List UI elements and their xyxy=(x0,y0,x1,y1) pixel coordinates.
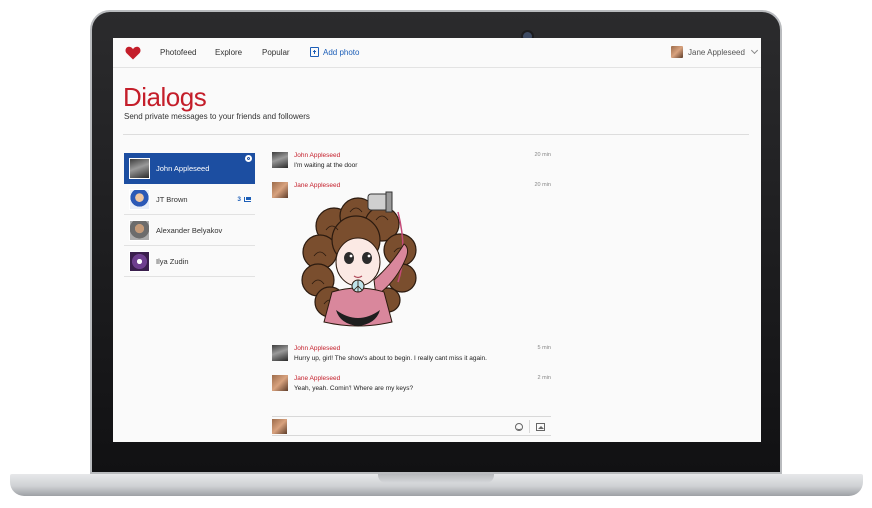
nav-popular[interactable]: Popular xyxy=(262,48,290,57)
message-author[interactable]: John Appleseed xyxy=(294,152,551,160)
top-nav: Photofeed Explore Popular Add photo Jane… xyxy=(113,38,761,68)
user-menu[interactable]: Jane Appleseed xyxy=(671,46,758,58)
add-photo-button[interactable]: Add photo xyxy=(310,47,359,57)
avatar[interactable] xyxy=(272,152,288,168)
heart-logo-icon[interactable] xyxy=(125,46,141,60)
gear-icon[interactable] xyxy=(245,155,252,162)
message-time: 5 min xyxy=(537,345,551,351)
dialog-item-alexander-belyakov[interactable]: Alexander Belyakov xyxy=(124,215,255,246)
envelope-icon xyxy=(244,197,251,202)
dialog-name: JT Brown xyxy=(156,194,188,204)
message-item: Jane Appleseed 20 min xyxy=(272,182,551,327)
attach-image-icon[interactable] xyxy=(536,423,545,431)
message-text: Hurry up, girl! The show's about to begi… xyxy=(294,355,487,362)
curly-hair-girl-sticker xyxy=(301,191,417,327)
avatar xyxy=(129,188,150,210)
message-item: Jane Appleseed Yeah, yeah. Comin'! Where… xyxy=(272,375,551,393)
emoji-icon[interactable] xyxy=(515,423,523,431)
message-author[interactable]: Jane Appleseed xyxy=(294,182,551,190)
header-divider xyxy=(123,134,749,135)
app-screen: Photofeed Explore Popular Add photo Jane… xyxy=(113,38,761,442)
message-item: John Appleseed Hurry up, girl! The show'… xyxy=(272,345,551,363)
add-photo-label: Add photo xyxy=(323,47,360,57)
unread-badge: 3 xyxy=(237,196,251,203)
dialog-name: Alexander Belyakov xyxy=(156,225,223,235)
dialog-name: Ilya Zudin xyxy=(156,256,189,266)
avatar[interactable] xyxy=(272,375,288,391)
message-input[interactable] xyxy=(292,420,502,434)
avatar xyxy=(129,219,150,241)
message-author[interactable]: Jane Appleseed xyxy=(294,375,551,383)
message-text: I'm waiting at the door xyxy=(294,162,358,169)
avatar[interactable] xyxy=(272,345,288,361)
page-subtitle: Send private messages to your friends an… xyxy=(124,112,310,121)
message-time: 20 min xyxy=(534,182,551,188)
dialog-item-jt-brown[interactable]: JT Brown 3 xyxy=(124,184,255,215)
user-name: Jane Appleseed xyxy=(688,47,745,57)
dialog-item-john-appleseed[interactable]: John Appleseed xyxy=(124,153,255,184)
dialog-name: John Appleseed xyxy=(156,163,210,173)
chevron-down-icon xyxy=(750,46,758,55)
unread-count: 3 xyxy=(237,196,241,203)
avatar xyxy=(272,419,287,434)
dialog-item-ilya-zudin[interactable]: Ilya Zudin xyxy=(124,246,255,277)
page-title: Dialogs xyxy=(123,82,207,112)
avatar[interactable] xyxy=(272,182,288,198)
nav-photofeed[interactable]: Photofeed xyxy=(160,48,196,57)
message-text: Yeah, yeah. Comin'! Where are my keys? xyxy=(294,385,414,392)
message-time: 20 min xyxy=(534,152,551,158)
laptop-base-notch xyxy=(378,474,494,483)
dialog-list: John Appleseed JT Brown 3 Alexander Bely… xyxy=(124,153,255,277)
composer-divider xyxy=(529,420,530,433)
avatar xyxy=(129,157,150,179)
avatar xyxy=(671,46,683,58)
nav-explore[interactable]: Explore xyxy=(215,48,242,57)
avatar xyxy=(129,250,150,272)
message-time: 2 min xyxy=(537,375,551,381)
message-author[interactable]: John Appleseed xyxy=(294,345,551,353)
add-photo-icon xyxy=(310,47,319,57)
message-item: John Appleseed I'm waiting at the door 2… xyxy=(272,152,551,170)
message-composer xyxy=(272,416,551,436)
